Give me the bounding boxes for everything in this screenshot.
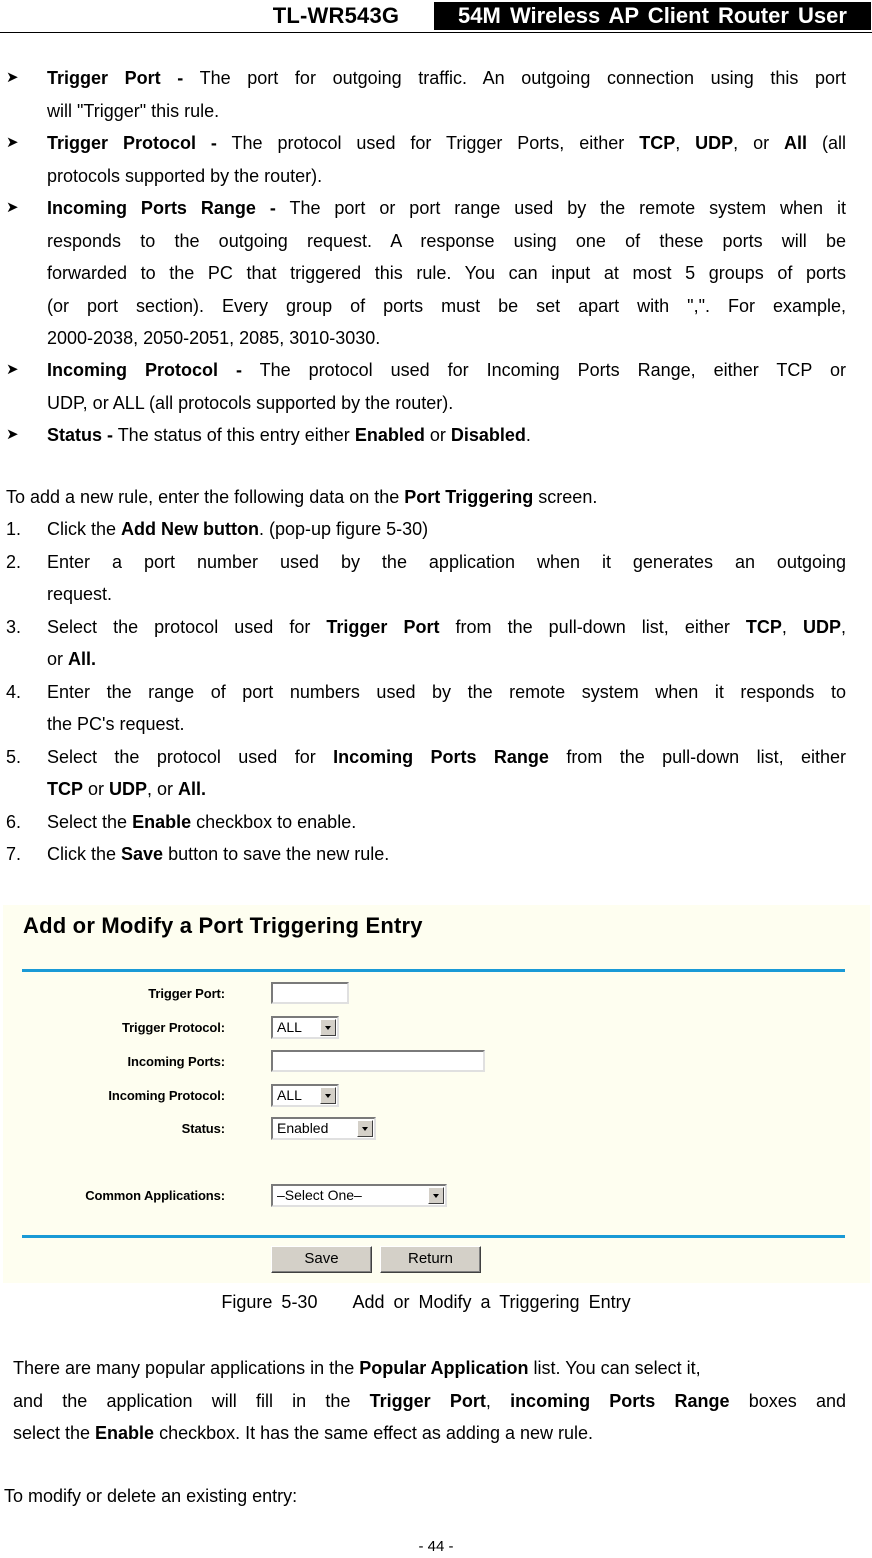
- incoming-protocol-select[interactable]: ALL: [271, 1084, 339, 1107]
- incoming-protocol-label: Incoming Protocol:: [108, 1088, 225, 1103]
- trigger-protocol-select[interactable]: ALL: [271, 1016, 339, 1039]
- emphasis: UDP: [695, 133, 734, 153]
- definition-trigger-port: ➤ Trigger Port - The port for outgoing t…: [0, 62, 846, 127]
- emphasis: Enable: [132, 811, 192, 832]
- definition-term: Incoming Protocol -: [47, 360, 242, 380]
- definition-incoming-protocol: ➤ Incoming Protocol - The protocol used …: [0, 354, 846, 419]
- emphasis: Enable: [95, 1423, 155, 1443]
- figure-caption: Figure 5-30 Add or Modify a Triggering E…: [221, 1292, 631, 1312]
- step-number: 5.: [6, 746, 22, 767]
- emphasis: incoming Ports Range: [510, 1390, 730, 1411]
- product-model: TL-WR543G: [272, 3, 400, 28]
- save-button[interactable]: Save: [271, 1246, 372, 1273]
- definition-incoming-ports-range: ➤ Incoming Ports Range - The port or por…: [0, 192, 846, 355]
- emphasis: Incoming Ports Range: [333, 746, 549, 767]
- bullet-arrow-icon: ➤: [6, 426, 19, 443]
- common-applications-label: Common Applications:: [85, 1188, 225, 1203]
- page-header: TL-WR543G 54M Wireless AP Client Router …: [0, 0, 872, 56]
- emphasis: UDP: [109, 779, 148, 799]
- trigger-port-input[interactable]: [271, 982, 349, 1004]
- common-applications-select[interactable]: –Select One–: [271, 1184, 447, 1207]
- bullet-arrow-icon: ➤: [6, 361, 19, 378]
- incoming-ports-label: Incoming Ports:: [127, 1054, 226, 1069]
- row-incoming-ports: Incoming Ports:: [3, 1050, 863, 1076]
- emphasis: Trigger Port: [369, 1390, 486, 1411]
- step-item: 2. Enter a port number used by the applic…: [0, 546, 846, 611]
- row-common-applications: Common Applications: –Select One–: [3, 1184, 863, 1210]
- status-label: Status:: [181, 1121, 225, 1136]
- chevron-down-icon[interactable]: [320, 1019, 336, 1036]
- emphasis: TCP: [745, 616, 782, 637]
- panel-top-divider: [22, 969, 845, 972]
- add-rule-intro: To add a new rule, enter the following d…: [6, 487, 598, 507]
- panel-bottom-divider: [22, 1235, 845, 1238]
- bullet-arrow-icon: ➤: [6, 69, 19, 86]
- emphasis: Enabled: [354, 425, 425, 445]
- definition-term: Trigger Port -: [47, 68, 184, 88]
- step-number: 3.: [6, 616, 22, 637]
- header-divider: [0, 32, 872, 33]
- step-item: 3. Select the protocol used for Trigger P…: [0, 611, 846, 676]
- row-buttons: Save Return: [3, 1246, 863, 1273]
- step-number: 2.: [6, 551, 22, 572]
- emphasis: Trigger Port: [326, 616, 440, 637]
- definition-term: Trigger Protocol -: [47, 133, 217, 153]
- trigger-protocol-label: Trigger Protocol:: [121, 1020, 225, 1035]
- chevron-down-icon[interactable]: [320, 1087, 336, 1104]
- modify-intro: To modify or delete an existing entry:: [4, 1486, 298, 1506]
- step-item: 5. Select the protocol used for Incoming …: [0, 741, 846, 806]
- step-item: 6. Select the Enable checkbox to enable.: [0, 806, 846, 839]
- bullet-arrow-icon: ➤: [6, 199, 19, 216]
- step-number: 6.: [6, 811, 22, 832]
- return-button[interactable]: Return: [380, 1246, 481, 1273]
- definition-status: ➤ Status - The status of this entry eith…: [0, 419, 846, 452]
- definition-term: Status -: [47, 425, 114, 445]
- emphasis: All: [784, 133, 808, 153]
- step-item: 7. Click the Save button to save the new …: [0, 838, 846, 871]
- trigger-port-label: Trigger Port:: [148, 986, 225, 1001]
- step-item: 1. Click the Add New button. (pop-up figu…: [0, 513, 846, 546]
- status-select[interactable]: Enabled: [271, 1117, 376, 1140]
- emphasis: TCP: [47, 779, 83, 799]
- emphasis: Port Triggering: [404, 487, 534, 507]
- emphasis: Popular Application: [359, 1358, 529, 1378]
- guide-title: 54M Wireless AP Client Router User Guide: [434, 2, 871, 56]
- port-triggering-entry-panel: Add or Modify a Port Triggering Entry Tr…: [3, 905, 870, 1283]
- popular-application-paragraph: There are many popular applications in t…: [13, 1358, 846, 1443]
- emphasis: All.: [68, 649, 97, 669]
- emphasis: TCP: [639, 133, 676, 153]
- step-item: 4. Enter the range of port numbers used b…: [0, 676, 846, 741]
- row-status: Status: Enabled: [3, 1117, 863, 1143]
- emphasis: UDP: [802, 616, 841, 637]
- emphasis: Save: [121, 844, 164, 864]
- row-trigger-port: Trigger Port:: [3, 982, 863, 1008]
- emphasis: Disabled: [450, 425, 526, 445]
- step-number: 4.: [6, 681, 22, 702]
- definition-trigger-protocol: ➤ Trigger Protocol - The protocol used f…: [0, 127, 846, 192]
- row-trigger-protocol: Trigger Protocol: ALL: [3, 1016, 863, 1042]
- incoming-ports-input[interactable]: [271, 1050, 485, 1072]
- panel-title: Add or Modify a Port Triggering Entry: [23, 913, 423, 938]
- bullet-arrow-icon: ➤: [6, 134, 19, 151]
- chevron-down-icon[interactable]: [357, 1120, 373, 1137]
- row-incoming-protocol: Incoming Protocol: ALL: [3, 1084, 863, 1110]
- emphasis: All.: [178, 779, 207, 799]
- page-number: - 44 -: [418, 1538, 454, 1555]
- step-number: 7.: [6, 844, 22, 864]
- chevron-down-icon[interactable]: [428, 1187, 444, 1204]
- emphasis: Add New button: [121, 519, 260, 539]
- step-number: 1.: [6, 519, 22, 539]
- definition-term: Incoming Ports Range -: [47, 198, 276, 218]
